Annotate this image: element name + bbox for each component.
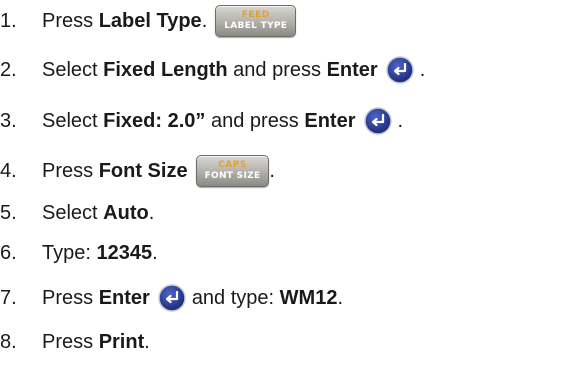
- step-text-bold2: Enter: [326, 58, 378, 81]
- keycap-bottom-label: LABEL TYPE: [224, 21, 288, 31]
- instruction-step-6: 6. Type: 12345.: [0, 236, 158, 270]
- step-text-bold: Font Size: [98, 159, 188, 182]
- step-text-bold: Fixed Length: [103, 58, 228, 81]
- keycap-top-label: CAPS: [218, 160, 247, 170]
- label-type-key-icon: FEED LABEL TYPE: [215, 5, 297, 37]
- keycap-bottom-label: FONT SIZE: [204, 171, 261, 181]
- step-number: 1.: [0, 9, 17, 32]
- step-text-bold: Print: [98, 330, 145, 353]
- step-number: 4.: [0, 159, 17, 182]
- step-text-pre: Press: [42, 286, 99, 309]
- step-text: Press Print.: [42, 331, 150, 354]
- step-text-post: .: [269, 159, 275, 182]
- step-number: 7.: [0, 286, 17, 309]
- enter-icon: [158, 284, 186, 312]
- step-text-pre: Type:: [42, 241, 97, 264]
- step-text-bold: 12345: [96, 241, 153, 264]
- step-text-post: .: [337, 286, 344, 309]
- instruction-step-2: 2. Select Fixed Length and press Enter .: [0, 53, 425, 87]
- step-text-post: .: [152, 241, 158, 264]
- step-text-pre: Press: [42, 159, 99, 182]
- step-number: 6.: [0, 241, 17, 264]
- step-text: Select Fixed Length and press Enter: [42, 59, 378, 82]
- instruction-step-8: 8. Press Print.: [0, 325, 150, 359]
- instruction-step-4: 4. Press Font Size CAPS FONT SIZE .: [0, 154, 275, 188]
- step-text-pre: Press: [42, 330, 99, 353]
- step-text-mid: and type:: [191, 286, 280, 309]
- instruction-step-3: 3. Select Fixed: 2.0” and press Enter .: [0, 104, 403, 138]
- step-text-post: .: [144, 330, 150, 353]
- instruction-step-1: 1. Press Label Type. FEED LABEL TYPE: [0, 4, 297, 38]
- enter-icon: [385, 56, 414, 84]
- step-text: Press Label Type.: [42, 10, 207, 33]
- step-text-bold: Label Type: [98, 9, 202, 32]
- step-text-continued: and type: WM12.: [192, 287, 343, 310]
- step-text: Press Font Size: [42, 160, 188, 183]
- enter-icon: [363, 107, 392, 135]
- step-text-pre: Select: [42, 201, 104, 224]
- step-text-bold2: Enter: [304, 109, 356, 132]
- step-text-bold2: WM12: [279, 286, 338, 309]
- step-text: Select Fixed: 2.0” and press Enter: [42, 110, 356, 133]
- step-text: Press Enter: [42, 287, 150, 310]
- step-text-post: .: [397, 109, 404, 132]
- step-number: 3.: [0, 109, 17, 132]
- step-text-mid: and press: [227, 58, 327, 81]
- step-number: 5.: [0, 201, 17, 224]
- step-text-bold: Fixed: 2.0”: [103, 109, 206, 132]
- keycap-top-label: FEED: [241, 10, 270, 20]
- step-text-pre: Select: [42, 58, 104, 81]
- step-text-post: .: [148, 201, 155, 224]
- step-text-post: .: [419, 58, 426, 81]
- step-text-pre: Press: [42, 9, 99, 32]
- step-text: Select Auto.: [42, 202, 154, 225]
- instruction-step-5: 5. Select Auto.: [0, 196, 154, 230]
- step-text-post: .: [201, 9, 208, 32]
- step-text: Type: 12345.: [42, 242, 158, 265]
- font-size-key-icon: CAPS FONT SIZE: [195, 155, 270, 187]
- step-text-bold: Auto: [103, 201, 149, 224]
- step-number: 2.: [0, 58, 17, 81]
- step-text-pre: Select: [42, 109, 104, 132]
- instruction-step-7: 7. Press Enter and type: WM12.: [0, 281, 343, 315]
- step-text-mid: and press: [205, 109, 305, 132]
- step-text-bold: Enter: [98, 286, 150, 309]
- step-number: 8.: [0, 330, 17, 353]
